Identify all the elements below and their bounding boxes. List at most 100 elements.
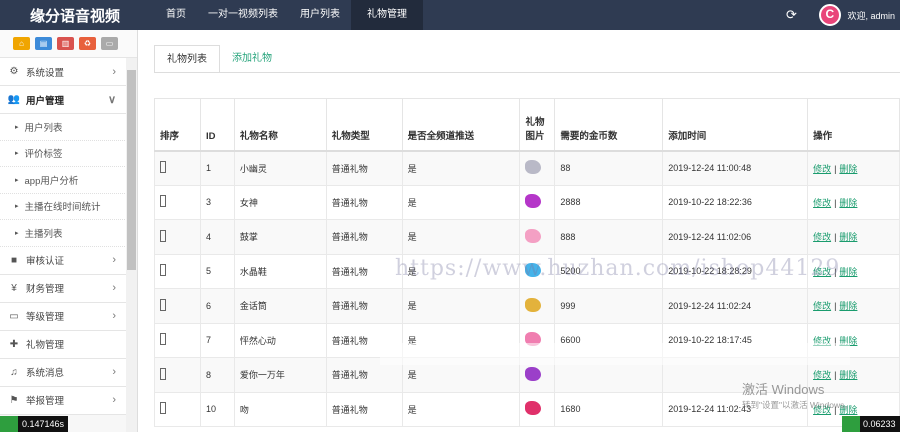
tab-add-gift[interactable]: 添加礼物 (220, 45, 284, 73)
sort-input[interactable] (160, 264, 166, 277)
topnav-video-list[interactable]: 一对一视频列表 (197, 0, 289, 30)
edit-link[interactable]: 修改 (813, 301, 831, 311)
column-header[interactable]: 添加时间 (662, 98, 809, 152)
recycle-icon[interactable]: ♻ (79, 37, 96, 50)
sort-input[interactable] (160, 195, 166, 208)
edit-link[interactable]: 修改 (813, 232, 831, 242)
column-header[interactable]: 操作 (807, 98, 900, 152)
sort-input[interactable] (160, 333, 166, 346)
table-header-row: 排序 ID 礼物名称 礼物类型 是否全频道推送 礼物图片 需要的金币数 添加时间… (154, 98, 900, 152)
column-header[interactable]: 礼物类型 (325, 98, 403, 152)
edit-link[interactable]: 修改 (813, 267, 831, 277)
delete-link[interactable]: 删除 (839, 370, 857, 380)
chevron-down-icon: ∨ (107, 94, 116, 106)
home-icon[interactable]: ⌂ (13, 37, 30, 50)
id-cell: 4 (199, 219, 235, 255)
sidebar-item-reports[interactable]: ⚑ 举报管理 › (0, 386, 137, 415)
sidebar-item-gift-management[interactable]: ✚ 礼物管理 (0, 330, 137, 359)
push-cell: 是 (401, 253, 521, 289)
sidebar-item-level[interactable]: ▭ 等级管理 › (0, 302, 137, 331)
column-header[interactable]: 是否全频道推送 (401, 98, 521, 152)
time-cell: 2019-12-24 11:02:43 (662, 391, 809, 427)
sidebar-subitem-app-user-analysis[interactable]: ▸ app用户分析 (0, 167, 137, 194)
avatar[interactable] (819, 4, 842, 26)
sort-input[interactable] (160, 298, 166, 311)
delete-link[interactable]: 删除 (839, 301, 857, 311)
edit-link[interactable]: 修改 (813, 370, 831, 380)
chevron-right-icon: › (112, 254, 116, 266)
time-cell: 2019-10-22 18:28:29 (662, 253, 809, 289)
sort-input[interactable] (160, 367, 166, 380)
top-bar: 缘分语音视频 首页 一对一视频列表 用户列表 礼物管理 ⟳ 欢迎, admin (0, 0, 900, 30)
edit-link[interactable]: 修改 (813, 336, 831, 346)
delete-link[interactable]: 删除 (839, 336, 857, 346)
sidebar-subitem-label: 主播列表 (24, 228, 63, 240)
card-icon[interactable]: ▭ (101, 37, 118, 50)
chevron-right-icon: › (112, 282, 116, 294)
column-header[interactable]: 礼物名称 (233, 98, 327, 152)
edit-link[interactable]: 修改 (813, 405, 831, 415)
id-cell: 10 (199, 391, 235, 427)
sidebar-item-label: 系统消息 (26, 368, 65, 379)
delete-link[interactable]: 删除 (839, 198, 857, 208)
sidebar-subitem-host-online-stats[interactable]: ▸ 主播在线时间统计 (0, 193, 137, 220)
push-cell: 是 (401, 288, 521, 324)
sidebar-item-verification[interactable]: ■ 审核认证 › (0, 246, 137, 275)
gift-name-cell: 小幽灵 (233, 150, 327, 186)
gift-type-cell: 普通礼物 (325, 219, 403, 255)
tab-divider (154, 72, 900, 73)
gift-image-cell (519, 357, 556, 393)
sidebar-subitem-review-tags[interactable]: ▸ 评价标签 (0, 140, 137, 167)
sort-input[interactable] (160, 161, 166, 173)
sidebar-subitem-host-list[interactable]: ▸ 主播列表 (0, 220, 137, 247)
sidebar-item-user-management[interactable]: 👥 用户管理 ∨ (0, 86, 137, 114)
topnav-home[interactable]: 首页 (155, 0, 197, 30)
action-separator: | (834, 404, 837, 415)
column-header[interactable]: ID (199, 98, 235, 152)
gift-type-cell: 普通礼物 (325, 288, 403, 324)
refresh-icon[interactable]: ⟳ (783, 7, 799, 23)
document-icon[interactable]: ▤ (35, 37, 52, 50)
action-separator: | (834, 370, 837, 381)
column-header[interactable]: 需要的金币数 (554, 98, 664, 152)
topnav-user-list[interactable]: 用户列表 (289, 0, 351, 30)
coins-cell: 999 (554, 288, 664, 324)
gift-name-cell: 吻 (233, 391, 327, 427)
sidebar-item-system-messages[interactable]: ♫ 系统消息 › (0, 358, 137, 387)
sort-input[interactable] (160, 229, 166, 242)
chevron-right-icon: › (112, 65, 116, 78)
edit-link[interactable]: 修改 (813, 198, 831, 208)
column-header[interactable]: 排序 (154, 98, 201, 152)
bullet-icon: ▸ (15, 176, 19, 184)
gift-image-cell (519, 288, 556, 324)
yen-icon: ¥ (11, 282, 17, 294)
gift-name-cell: 女神 (233, 184, 327, 220)
sidebar-item-system-settings[interactable]: ⚙ 系统设置 › (0, 58, 137, 86)
bullet-icon: ▸ (15, 203, 19, 211)
delete-link[interactable]: 删除 (839, 232, 857, 242)
timing-value: 0.147146s (22, 419, 65, 429)
sort-input[interactable] (160, 402, 166, 415)
delete-link[interactable]: 删除 (839, 164, 857, 174)
delete-link[interactable]: 删除 (839, 267, 857, 277)
column-header[interactable]: 礼物图片 (519, 98, 556, 152)
gift-name-cell: 怦然心动 (233, 322, 327, 358)
sidebar-scrollbar[interactable] (127, 70, 136, 270)
welcome-text[interactable]: 欢迎, admin (847, 9, 895, 22)
sidebar-item-label: 等级管理 (26, 312, 65, 323)
gift-image (525, 401, 542, 416)
delete-link[interactable]: 删除 (839, 405, 857, 415)
sidebar-item-finance[interactable]: ¥ 财务管理 › (0, 274, 137, 303)
tab-gift-list[interactable]: 礼物列表 (154, 45, 220, 73)
push-cell: 是 (401, 219, 521, 255)
topnav-gift-management[interactable]: 礼物管理 (351, 0, 423, 30)
actions-cell: 修改 | 删除 (807, 219, 900, 255)
gift-image (525, 228, 542, 243)
edit-link[interactable]: 修改 (813, 164, 831, 174)
video-icon: ■ (10, 254, 18, 266)
trash-icon[interactable]: ▥ (57, 37, 74, 50)
id-cell: 8 (199, 357, 235, 393)
gift-table-wrapper: 排序 ID 礼物名称 礼物类型 是否全频道推送 礼物图片 需要的金币数 添加时间… (154, 98, 900, 427)
sidebar-subitem-user-list[interactable]: ▸ 用户列表 (0, 114, 137, 141)
brand-title: 缘分语音视频 (30, 7, 121, 25)
